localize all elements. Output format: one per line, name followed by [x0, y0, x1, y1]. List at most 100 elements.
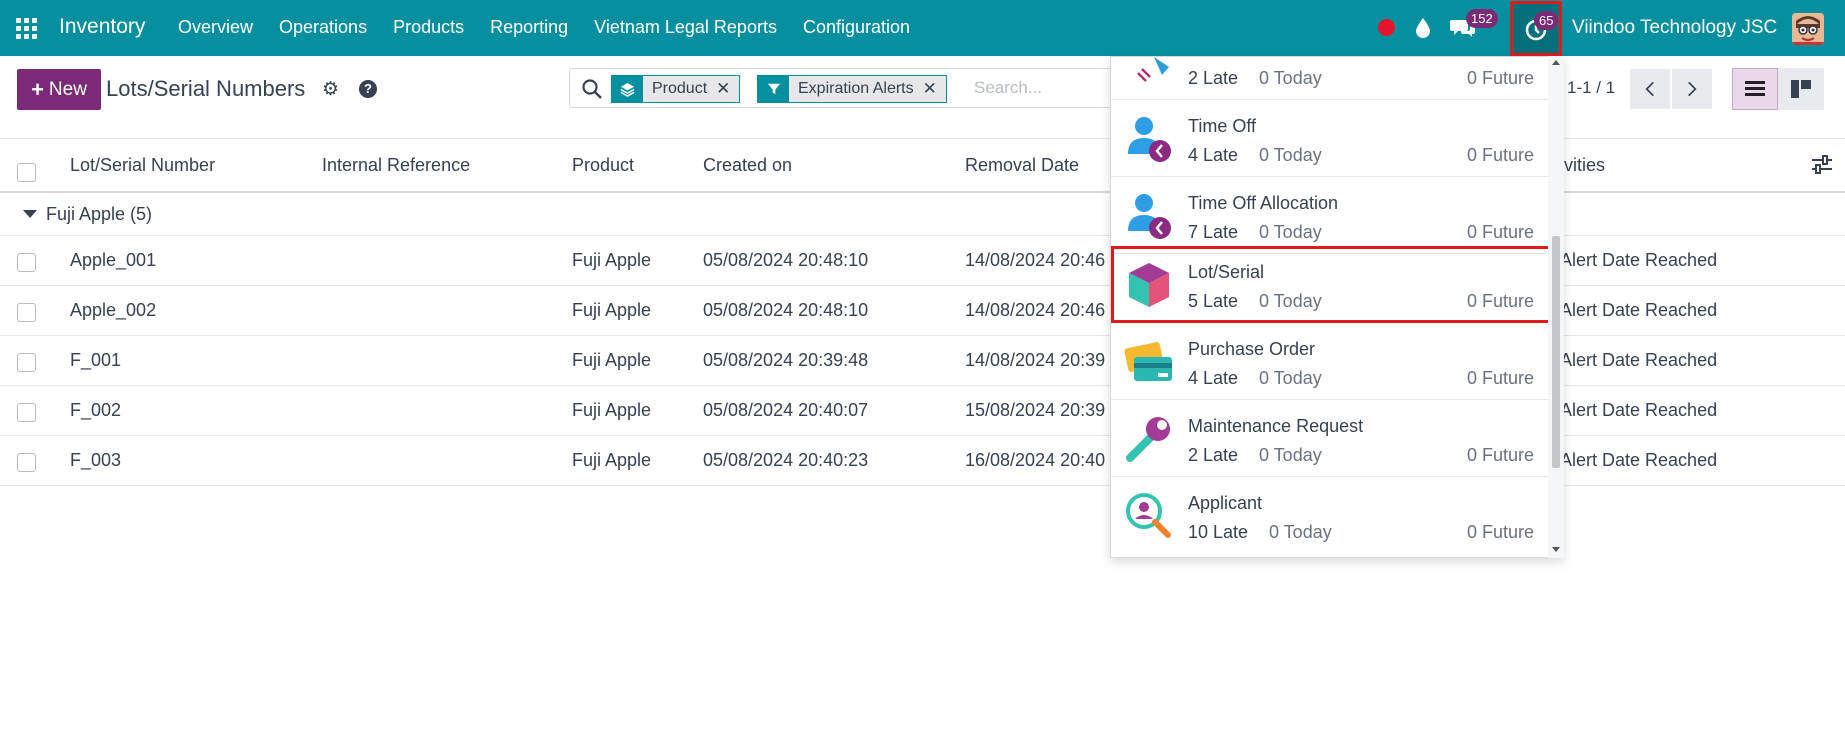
pager-value[interactable]: 1-1 / 1 [1567, 78, 1615, 98]
help-icon[interactable]: ? [359, 80, 377, 98]
dropdown-scrollbar[interactable] [1548, 56, 1564, 558]
scroll-up-arrow-icon[interactable] [1552, 60, 1560, 65]
cell-activity[interactable]: Alert Date Reached [1560, 350, 1717, 371]
col-product[interactable]: Product [572, 155, 634, 176]
time-off-icon [1128, 117, 1171, 162]
scroll-down-arrow-icon[interactable] [1552, 547, 1560, 552]
activity-item-partial[interactable]: 2 Late 0 Today 0 Future [1111, 57, 1552, 100]
table-row[interactable]: F_002 Fuji Apple 05/08/2024 20:40:07 15/… [0, 386, 1845, 436]
cell-activity[interactable]: Alert Date Reached [1560, 400, 1717, 421]
cell-created: 05/08/2024 20:39:48 [703, 350, 869, 370]
list-view-button[interactable] [1732, 68, 1778, 110]
activity-today: 0 Today [1269, 522, 1332, 542]
cell-created: 05/08/2024 20:40:23 [703, 450, 869, 470]
pager-next-button[interactable] [1672, 69, 1712, 109]
scroll-thumb[interactable] [1552, 236, 1560, 468]
table-row[interactable]: Apple_002 Fuji Apple 05/08/2024 20:48:10… [0, 286, 1845, 336]
messages-badge: 152 [1466, 9, 1498, 28]
cell-product: Fuji Apple [572, 300, 652, 320]
table-row[interactable]: F_003 Fuji Apple 05/08/2024 20:40:23 16/… [0, 436, 1845, 486]
kanban-view-button[interactable] [1778, 68, 1824, 110]
cell-product: Fuji Apple [572, 350, 652, 370]
activity-future: 0 Future [1466, 291, 1534, 311]
col-removal-date[interactable]: Removal Date [965, 155, 1079, 176]
cell-created: 05/08/2024 20:48:10 [703, 250, 869, 270]
new-button-label: New [48, 78, 87, 100]
menu-item-vietnam-legal-reports[interactable]: Vietnam Legal Reports [594, 17, 777, 38]
top-navbar: Inventory Overview Operations Products R… [0, 0, 1845, 56]
row-checkbox[interactable] [17, 453, 36, 472]
cell-removal: 15/08/2024 20:39 [965, 400, 1106, 420]
facet-expiration-alerts[interactable]: Expiration Alerts ✕ [757, 75, 947, 103]
filter-icon [758, 76, 789, 102]
cell-activity[interactable]: Alert Date Reached [1560, 250, 1717, 271]
pager-previous-button[interactable] [1630, 69, 1670, 109]
activity-name: Applicant [1188, 493, 1263, 513]
chevron-right-icon [1688, 81, 1697, 97]
activity-item-applicant[interactable]: Applicant 10 Late 0 Today 0 Future [1111, 477, 1552, 554]
credit-card-icon [1124, 342, 1172, 381]
activity-late: 2 Late [1188, 445, 1239, 465]
activity-item-time-off[interactable]: Time Off 4 Late 0 Today 0 Future [1111, 100, 1552, 177]
row-checkbox[interactable] [17, 403, 36, 422]
activities-badge: 65 [1534, 11, 1559, 30]
list-icon [1745, 81, 1765, 96]
table-row[interactable]: F_001 Fuji Apple 05/08/2024 20:39:48 14/… [0, 336, 1845, 386]
activity-future: 0 Future [1466, 368, 1534, 388]
main-menu: Overview Operations Products Reporting V… [178, 17, 936, 38]
activity-item-purchase-order[interactable]: Purchase Order 4 Late 0 Today 0 Future [1111, 323, 1552, 400]
activity-late: 5 Late [1188, 291, 1239, 311]
drop-icon[interactable] [1413, 16, 1433, 40]
gear-icon[interactable]: ⚙ [322, 78, 339, 101]
cell-lot: Apple_001 [70, 250, 157, 270]
activity-item-maintenance-request[interactable]: Maintenance Request 2 Late 0 Today 0 Fut… [1111, 400, 1552, 477]
row-checkbox[interactable] [17, 303, 36, 322]
activity-name: Maintenance Request [1188, 416, 1364, 436]
record-dot-icon[interactable] [1378, 19, 1395, 36]
cell-product: Fuji Apple [572, 250, 652, 270]
activity-future: 0 Future [1466, 445, 1534, 465]
activities-button[interactable]: 65 [1510, 1, 1562, 56]
activity-late: 7 Late [1188, 222, 1239, 242]
company-switcher[interactable]: Viindoo Technology JSC [1572, 17, 1777, 39]
menu-item-reporting[interactable]: Reporting [490, 17, 568, 38]
caret-down-icon [23, 210, 37, 218]
column-settings-icon[interactable] [1811, 155, 1833, 175]
activity-future: 0 Future [1466, 68, 1534, 88]
select-all-checkbox[interactable] [17, 163, 36, 182]
group-row-fuji-apple[interactable]: Fuji Apple (5) [0, 194, 1845, 236]
activity-item-time-off-allocation[interactable]: Time Off Allocation 7 Late 0 Today 0 Fut… [1111, 177, 1552, 254]
menu-item-products[interactable]: Products [393, 17, 464, 38]
activity-item-lot-serial[interactable]: Lot/Serial 5 Late 0 Today 0 Future [1111, 246, 1552, 323]
activity-late: 4 Late [1188, 368, 1239, 388]
activity-today: 0 Today [1259, 445, 1322, 465]
activity-today: 0 Today [1259, 291, 1322, 311]
cell-removal: 14/08/2024 20:39 [965, 350, 1106, 370]
close-icon[interactable]: ✕ [923, 79, 946, 99]
col-internal-reference[interactable]: Internal Reference [322, 155, 470, 176]
row-checkbox[interactable] [17, 253, 36, 272]
close-icon[interactable]: ✕ [716, 79, 739, 99]
col-activities[interactable]: ivities [1560, 155, 1605, 176]
group-label: Fuji Apple (5) [46, 204, 153, 224]
row-checkbox[interactable] [17, 353, 36, 372]
cell-activity[interactable]: Alert Date Reached [1560, 450, 1717, 471]
cell-removal: 16/08/2024 20:40 [965, 450, 1106, 470]
table-row[interactable]: Apple_001 Fuji Apple 05/08/2024 20:48:10… [0, 236, 1845, 286]
search-bar[interactable]: Product ✕ Expiration Alerts ✕ Search... [569, 68, 1114, 108]
layers-icon [612, 76, 643, 102]
avatar[interactable] [1792, 13, 1824, 45]
facet-product[interactable]: Product ✕ [611, 75, 741, 103]
new-button[interactable]: + New [17, 69, 101, 110]
app-name[interactable]: Inventory [59, 15, 145, 39]
col-lot-serial[interactable]: Lot/Serial Number [70, 155, 215, 176]
menu-item-operations[interactable]: Operations [279, 17, 367, 38]
col-created-on[interactable]: Created on [703, 155, 792, 176]
search-icon[interactable] [581, 78, 603, 100]
wrench-icon [1126, 417, 1170, 462]
search-input[interactable]: Search... [974, 78, 1042, 98]
menu-item-overview[interactable]: Overview [178, 17, 253, 38]
menu-item-configuration[interactable]: Configuration [803, 17, 910, 38]
cell-activity[interactable]: Alert Date Reached [1560, 300, 1717, 321]
apps-grid-icon[interactable] [16, 18, 37, 39]
